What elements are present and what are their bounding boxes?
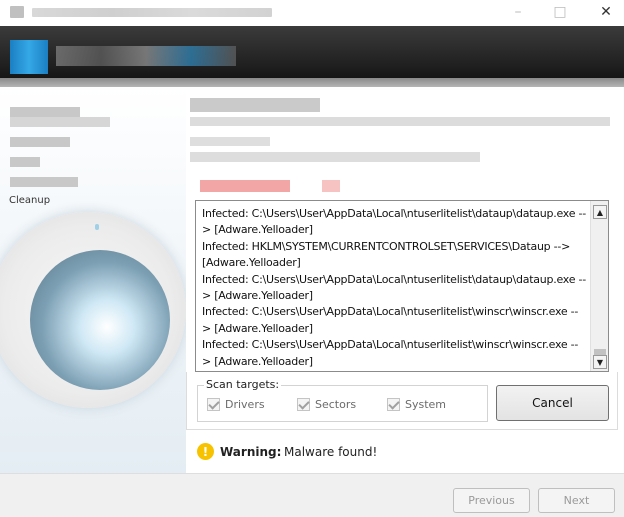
checkbox-checked-icon[interactable] xyxy=(387,398,400,411)
orb-indicator xyxy=(95,224,99,230)
status-redacted xyxy=(200,180,290,192)
checkbox-checked-icon[interactable] xyxy=(207,398,220,411)
scan-targets-legend: Scan targets: xyxy=(204,378,282,391)
left-nav-redacted-2 xyxy=(10,117,110,127)
orb-center xyxy=(30,250,170,390)
maximize-icon[interactable]: □ xyxy=(550,2,570,22)
window-title-redacted-text xyxy=(32,8,272,17)
close-icon[interactable]: ✕ xyxy=(596,2,616,22)
cancel-button[interactable]: Cancel xyxy=(496,385,609,421)
minimize-icon[interactable]: – xyxy=(508,2,528,22)
drivers-label: Drivers xyxy=(225,398,265,411)
next-button[interactable]: Next xyxy=(538,488,615,513)
system-label: System xyxy=(405,398,447,411)
checkbox-checked-icon[interactable] xyxy=(297,398,310,411)
log-entry: Infected: C:\Users\User\AppData\Local\nt… xyxy=(202,272,586,303)
sectors-checkbox[interactable]: Sectors xyxy=(297,398,356,411)
header-strip xyxy=(0,78,624,87)
left-nav-redacted-4 xyxy=(10,157,40,167)
info-line-redacted-2 xyxy=(190,152,480,162)
left-panel: Cleanup xyxy=(0,87,186,473)
scroll-down-icon[interactable]: ▼ xyxy=(593,355,607,369)
log-entry: Infected: C:\Users\User\AppData\Local\nt… xyxy=(202,207,586,237)
warning-label: Warning: xyxy=(220,445,282,459)
system-checkbox[interactable]: System xyxy=(387,398,446,411)
subheading-redacted xyxy=(190,117,610,126)
scan-log[interactable]: Infected: C:\Users\User\AppData\Local\nt… xyxy=(195,200,609,372)
scan-log-text: Infected: C:\Users\User\AppData\Local\nt… xyxy=(202,206,586,370)
log-entry: Infected: C:\Users\User\AppData\Local\nt… xyxy=(202,305,579,335)
title-bar: – □ ✕ xyxy=(0,0,624,26)
app-name-redacted xyxy=(56,46,236,66)
previous-button[interactable]: Previous xyxy=(453,488,530,513)
log-scrollbar[interactable]: ▲ ▼ xyxy=(590,201,608,371)
left-nav-cleanup: Cleanup xyxy=(9,195,51,206)
drivers-checkbox[interactable]: Drivers xyxy=(207,398,265,411)
left-nav-redacted-3 xyxy=(10,137,70,147)
info-line-redacted-1 xyxy=(190,137,270,146)
scroll-up-icon[interactable]: ▲ xyxy=(593,205,607,219)
status-redacted-2 xyxy=(322,180,340,192)
warning-icon: ! xyxy=(197,443,214,460)
left-nav-redacted-5 xyxy=(10,177,78,187)
log-entry: Infected: C:\Users\User\AppData\Local\nt… xyxy=(202,338,579,368)
footer-bar xyxy=(0,473,624,517)
app-header xyxy=(0,26,624,78)
sectors-label: Sectors xyxy=(315,398,357,411)
heading-redacted xyxy=(190,98,320,112)
warning-message: Malware found! xyxy=(284,445,378,459)
left-nav-redacted-1 xyxy=(10,107,80,117)
window-title-redacted xyxy=(10,6,24,18)
log-entry: Infected: HKLM\SYSTEM\CURRENTCONTROLSET\… xyxy=(202,239,571,270)
app-logo xyxy=(10,40,48,74)
